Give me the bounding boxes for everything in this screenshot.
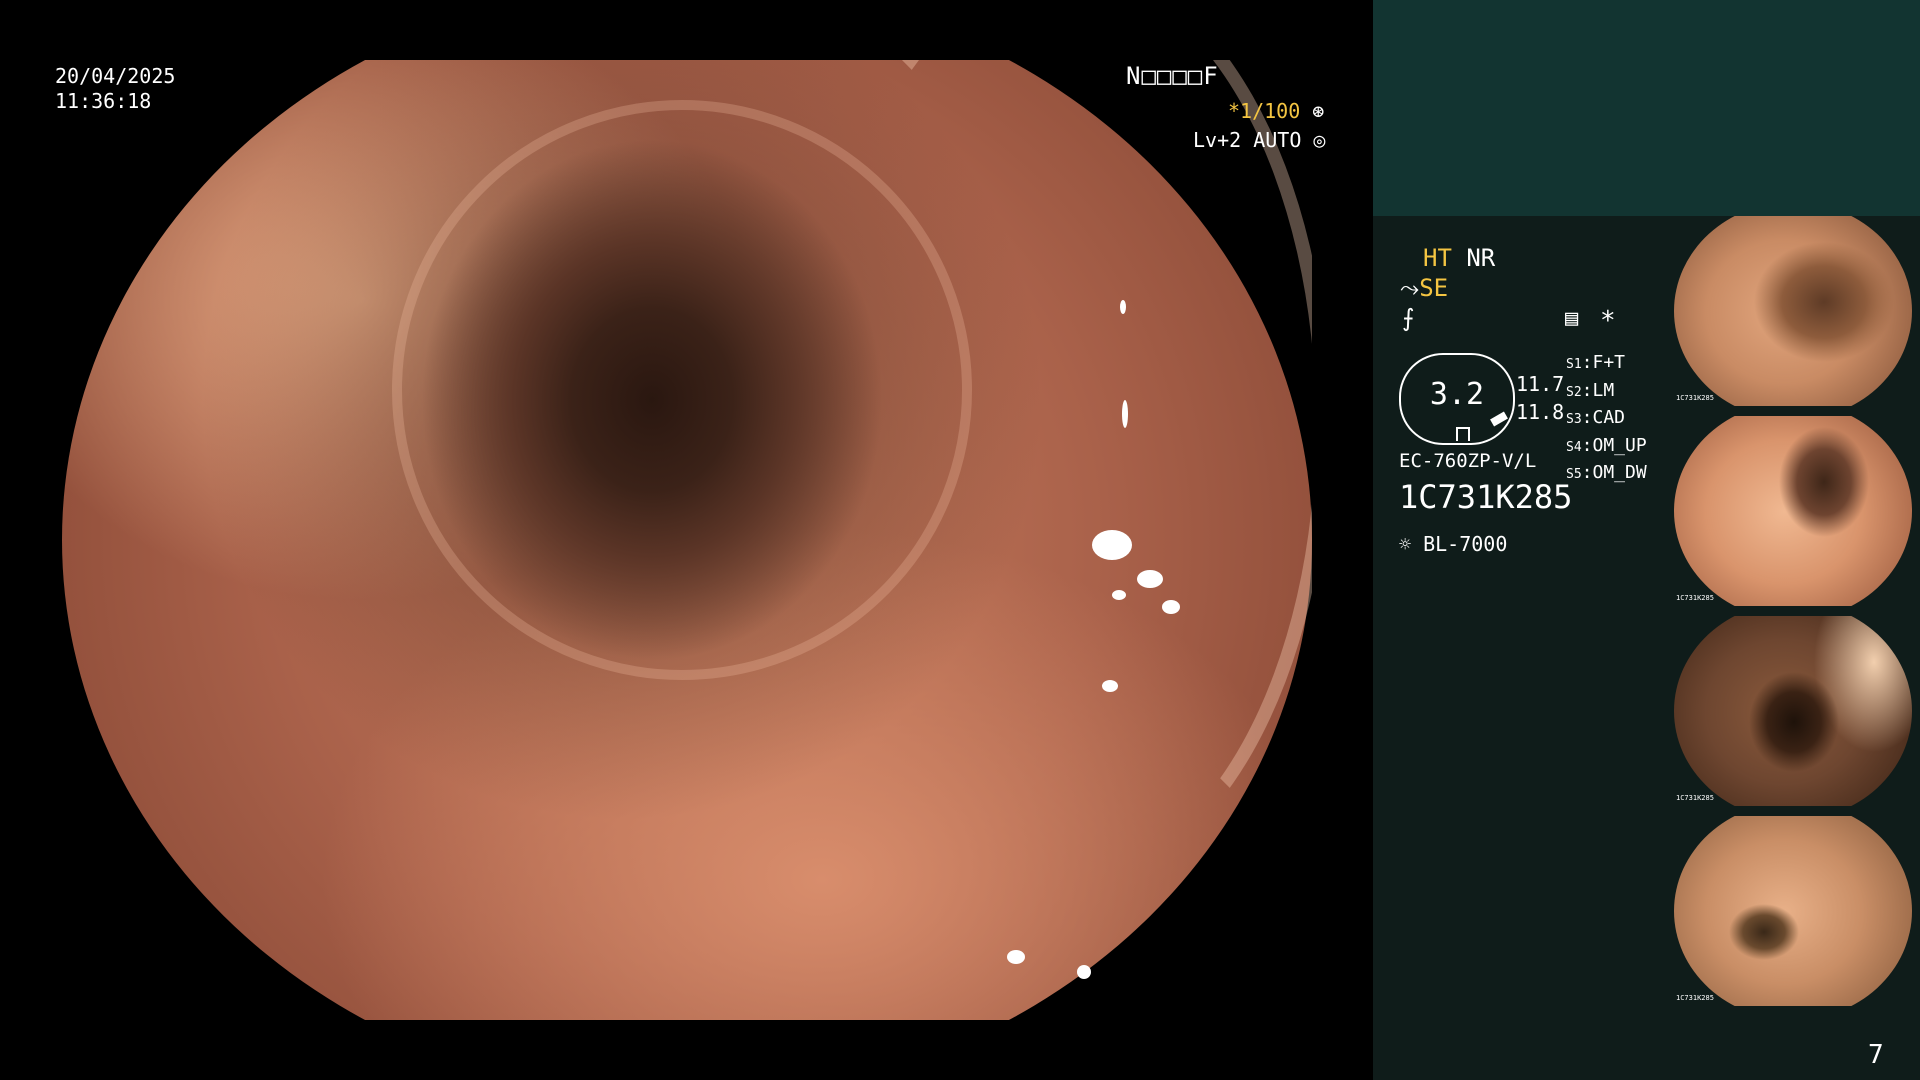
- specular-highlight: [1122, 400, 1128, 428]
- brightness-level: Lv+2 AUTO ◎: [1193, 128, 1325, 152]
- switch-value: LM: [1592, 379, 1615, 401]
- mode-nr: NR: [1466, 244, 1496, 272]
- switch-row: S3:CAD: [1566, 407, 1626, 428]
- thumbnail-label: 1C731K285: [1676, 594, 1714, 602]
- freeze-asterisk: *: [1600, 306, 1616, 336]
- switch-row: S1:F+T: [1566, 352, 1626, 373]
- capture-datetime: 20/04/2025 11:36:18: [55, 64, 175, 114]
- shutter-speed: *1/100 ⊛: [1228, 99, 1324, 123]
- thumbnail-image: [1674, 416, 1912, 606]
- specular-highlight: [1112, 590, 1126, 600]
- capture-time: 11:36:18: [55, 89, 152, 113]
- light-source-name: BL-7000: [1423, 532, 1508, 556]
- scope-model: EC-760ZP-V/L: [1399, 450, 1537, 472]
- specular-highlight: [1007, 950, 1025, 964]
- switch-row: S2:LM: [1566, 379, 1615, 401]
- mode-ht: HT: [1423, 244, 1452, 272]
- shutter-value: *1/100: [1228, 99, 1301, 123]
- thumbnail-image: [1674, 616, 1912, 806]
- specular-highlight: [1102, 680, 1118, 692]
- light-source-icon: ☼: [1399, 532, 1412, 556]
- capture-thumbnail[interactable]: 1C731K285: [1670, 816, 1916, 1006]
- switch-key: S2: [1566, 384, 1582, 400]
- endoscopic-image: [62, 60, 1312, 1020]
- switch-value: F+T: [1592, 352, 1626, 373]
- switch-key: S4: [1566, 439, 1582, 455]
- auto-iris-icon: ◎: [1313, 128, 1326, 152]
- capture-thumbnail[interactable]: 1C731K285: [1670, 416, 1916, 606]
- switch-row: S4:OM_UP: [1566, 434, 1647, 456]
- structure-icon: ⤳: [1400, 274, 1420, 302]
- thumbnail-image: [1674, 216, 1912, 406]
- thumbnail-image: [1674, 816, 1912, 1006]
- specular-highlight: [1092, 530, 1132, 560]
- thumbnail-label: 1C731K285: [1676, 794, 1714, 802]
- switch-list: S1:F+T S2:LM S3:CAD S4:OM_UP S5:OM_DW: [1566, 350, 1647, 488]
- specular-highlight: [1077, 965, 1091, 979]
- gauge-side-bottom: 11.8: [1516, 400, 1565, 424]
- menu-icon: ▤: [1565, 306, 1579, 331]
- gauge-indicator-icon: [1456, 427, 1470, 441]
- switch-key: S3: [1566, 412, 1582, 427]
- gauge-side-top: 11.7: [1516, 372, 1565, 396]
- specular-highlight: [1120, 300, 1126, 314]
- specular-highlight: [1162, 600, 1180, 614]
- switch-value: OM_UP: [1592, 434, 1647, 456]
- level-value: Lv+2 AUTO: [1193, 128, 1302, 152]
- color-icon: ⨍: [1402, 304, 1415, 332]
- shutter-icon: ⊛: [1312, 99, 1325, 123]
- zoom-gauge: 3.2: [1399, 353, 1515, 445]
- scope-serial: 1C731K285: [1399, 478, 1573, 516]
- capture-thumbnail[interactable]: 1C731K285: [1670, 216, 1916, 406]
- capture-thumbnail[interactable]: 1C731K285: [1670, 616, 1916, 806]
- switch-row: S5:OM_DW: [1566, 462, 1647, 483]
- thumbnail-label: 1C731K285: [1676, 994, 1714, 1002]
- patient-code: N□□□□F: [1126, 62, 1219, 90]
- gauge-needle-icon: [1490, 411, 1508, 427]
- switch-key: S1: [1566, 357, 1582, 372]
- capture-date: 20/04/2025: [55, 64, 176, 88]
- light-source: ☼ BL-7000: [1399, 532, 1507, 556]
- switch-value: OM_DW: [1592, 462, 1647, 483]
- switch-value: CAD: [1592, 407, 1626, 428]
- page-number: 7: [1868, 1040, 1884, 1070]
- enhancement-modes: HT NR: [1423, 244, 1495, 272]
- zoom-value: 3.2: [1429, 377, 1485, 412]
- thumbnail-label: 1C731K285: [1676, 394, 1714, 402]
- specular-highlight: [1137, 570, 1163, 588]
- mode-se: SE: [1419, 274, 1449, 302]
- info-panel-header: [1373, 0, 1920, 216]
- structure-enhancement: ⤳SE: [1400, 274, 1448, 302]
